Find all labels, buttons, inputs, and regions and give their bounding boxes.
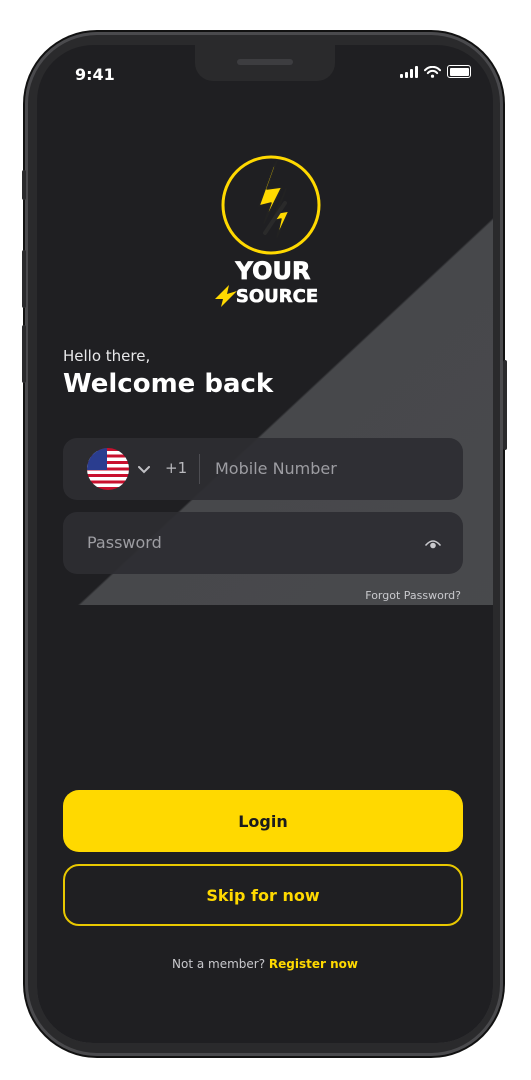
logo-line-2: SOURCE [236, 286, 318, 307]
dial-code[interactable]: +1 [165, 459, 187, 477]
status-time: 9:41 [75, 65, 115, 84]
notch-speaker [237, 59, 293, 65]
logo-bolt-icon [215, 285, 237, 307]
phone-volume-down [22, 325, 26, 383]
not-member-text: Not a member? [172, 957, 266, 971]
cellular-signal-icon [400, 65, 418, 78]
app-screen: 9:41 YOUR SOURCE Hello there, Welcome ba… [37, 45, 493, 1043]
skip-button[interactable]: Skip for now [63, 864, 463, 926]
greeting-text: Hello there, [63, 347, 151, 365]
login-button[interactable]: Login [63, 790, 463, 852]
eye-icon[interactable] [425, 536, 441, 550]
wifi-icon [424, 65, 441, 78]
welcome-title: Welcome back [63, 369, 274, 399]
forgot-password-link[interactable]: Forgot Password? [365, 589, 461, 602]
flag-canton [87, 448, 107, 470]
phone-volume-up [22, 250, 26, 308]
password-field: Password [63, 512, 463, 574]
your-source-logo: YOUR SOURCE [215, 155, 321, 307]
logo-line-1: YOUR [235, 257, 311, 285]
phone-power-button [503, 360, 507, 450]
field-divider [199, 454, 200, 484]
register-row: Not a member? Register now [37, 957, 493, 971]
password-input[interactable]: Password [87, 533, 162, 552]
mobile-number-field: +1 Mobile Number [63, 438, 463, 500]
status-icons [400, 65, 471, 78]
phone-notch [195, 45, 335, 81]
mobile-number-input[interactable]: Mobile Number [215, 459, 337, 478]
register-link[interactable]: Register now [269, 957, 358, 971]
phone-mute-switch [22, 170, 26, 200]
battery-icon [447, 65, 471, 78]
chevron-down-icon[interactable] [138, 466, 150, 474]
us-flag-icon[interactable] [87, 448, 129, 490]
